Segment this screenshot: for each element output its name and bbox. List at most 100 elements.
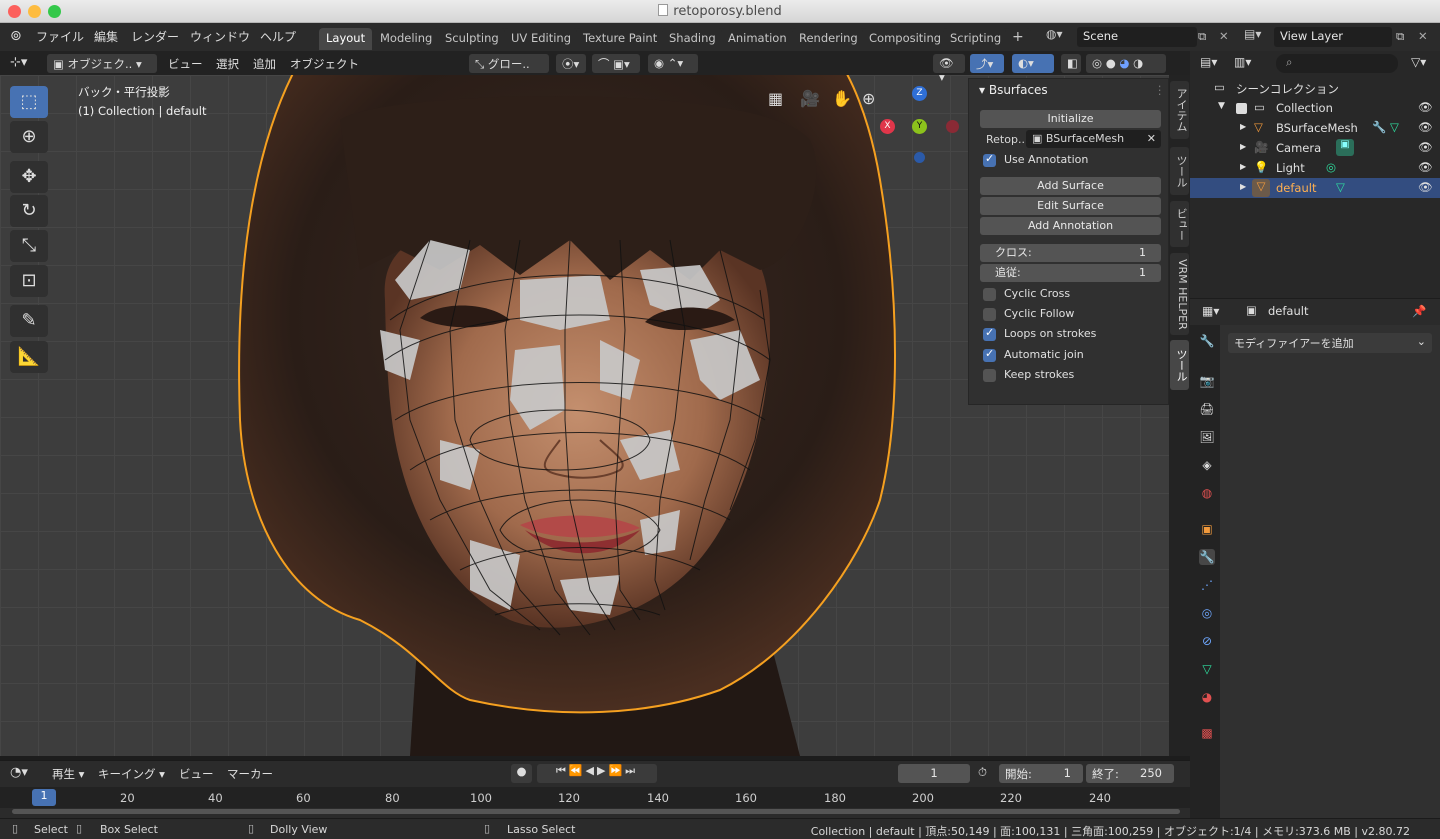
menu-view[interactable]: ビュー [168, 56, 203, 72]
eye-icon[interactable]: 👁 [1418, 160, 1433, 174]
constraints-icon[interactable]: ⊘ [1199, 633, 1215, 649]
gizmo-neg-x[interactable] [946, 120, 959, 133]
scene-props-icon[interactable]: ◈ [1199, 457, 1215, 473]
new-scene-icon[interactable]: ⧉ [1198, 29, 1206, 44]
orientation-dropdown[interactable]: ⤡ グロー.. [469, 54, 549, 73]
render-icon[interactable]: 📷 [1199, 373, 1215, 389]
mesh-data-icon[interactable]: ▽ [1336, 180, 1345, 194]
delete-view-layer-icon[interactable]: ✕ [1418, 29, 1428, 43]
playback-controls[interactable]: ⏮⏪◀▶⏩⏭ [537, 764, 657, 783]
editor-type-icon[interactable]: ⊹▾ [10, 55, 27, 70]
tab-sculpting[interactable]: Sculpting [438, 28, 506, 50]
eye-icon[interactable]: 👁 [1418, 180, 1433, 194]
gizmo-y-axis[interactable]: Y [912, 119, 927, 134]
properties-editor-icon[interactable]: ▦▾ [1202, 304, 1219, 318]
tab-shading[interactable]: Shading [662, 28, 723, 50]
annotate-tool[interactable]: ✎ [10, 305, 48, 337]
outliner-item[interactable]: ▶ ▽ default ▽ 👁 [1190, 178, 1440, 198]
current-frame-field[interactable]: 1 [898, 764, 970, 783]
end-frame-field[interactable]: 終了: 250 [1086, 764, 1174, 783]
particles-icon[interactable]: ⋰ [1199, 577, 1215, 593]
add-workspace-button[interactable]: + [1005, 28, 1031, 50]
tab-vrm-helper[interactable]: VRM HELPER [1170, 253, 1189, 335]
expand-arrow-icon[interactable]: ▶ [1240, 122, 1246, 131]
menu-keying[interactable]: キーイング ▾ [98, 766, 165, 782]
eye-icon[interactable]: 👁 [1418, 140, 1433, 154]
outliner-search-input[interactable]: ⌕ [1276, 54, 1398, 73]
tab-compositing[interactable]: Compositing [862, 28, 949, 50]
expand-arrow-icon[interactable]: ▶ [1240, 142, 1246, 151]
light-data-icon[interactable]: ◎ [1326, 160, 1336, 174]
keep-strokes-checkbox[interactable] [983, 369, 996, 382]
tab-scripting[interactable]: Scripting [943, 28, 1009, 50]
menu-window[interactable]: ウィンドウ [190, 28, 250, 45]
gizmo-x-axis[interactable]: X [880, 119, 895, 134]
tab-uv-editing[interactable]: UV Editing [504, 28, 578, 50]
proportional-edit-icon[interactable]: ◉ ⌃▾ [648, 54, 698, 73]
add-surface-button[interactable]: Add Surface [980, 177, 1161, 195]
display-mode-icon[interactable]: ▥▾ [1234, 55, 1251, 69]
mesh-data-props-icon[interactable]: ▽ [1199, 661, 1215, 677]
filter-icon[interactable]: ▽▾ [1411, 55, 1426, 69]
use-annotation-checkbox[interactable] [983, 152, 996, 167]
modifier-tab-icon[interactable]: 🔧 [1199, 549, 1215, 565]
texture-icon[interactable]: ▩ [1199, 725, 1215, 741]
tab-layout[interactable]: Layout [319, 28, 373, 50]
transform-tool[interactable]: ⊡ [10, 265, 48, 297]
menu-help[interactable]: ヘルプ [260, 28, 296, 45]
grid-view-icon[interactable]: ▦ [768, 89, 783, 108]
new-view-layer-icon[interactable]: ⧉ [1396, 29, 1404, 44]
clear-field-icon[interactable]: ✕ [1147, 132, 1156, 145]
snap-icon[interactable]: ⌒ ▣▾ [592, 54, 640, 73]
record-icon[interactable]: ● [511, 764, 532, 783]
tab-bsurfaces-tool[interactable]: ツール [1170, 340, 1189, 390]
add-annotation-button[interactable]: Add Annotation [980, 217, 1161, 235]
timeline-scrollbar[interactable] [12, 809, 1180, 814]
scene-field[interactable]: Scene [1077, 27, 1197, 47]
select-box-tool[interactable]: ⬚ [10, 86, 48, 118]
add-modifier-dropdown[interactable]: モディファイアーを追加 ⌄ [1228, 333, 1432, 353]
tab-rendering[interactable]: Rendering [792, 28, 865, 50]
delete-scene-icon[interactable]: ✕ [1219, 29, 1229, 43]
start-frame-field[interactable]: 開始: 1 [999, 764, 1083, 783]
gizmo-z-axis[interactable]: Z [912, 86, 927, 101]
collection-checkbox[interactable] [1236, 103, 1247, 114]
shading-modes-icon[interactable]: ◎ ● ◕ ◑ [1086, 54, 1166, 73]
cursor-tool[interactable]: ⊕ [10, 121, 48, 153]
rotate-tool[interactable]: ↻ [10, 195, 48, 227]
overlay-toggle-icon[interactable]: ◐▾ [1012, 54, 1054, 73]
playhead[interactable]: 1 [32, 789, 56, 806]
tab-animation[interactable]: Animation [721, 28, 794, 50]
move-tool[interactable]: ✥ [10, 161, 48, 193]
pin-icon[interactable]: 📌 [1412, 304, 1426, 318]
outliner-collection[interactable]: ▼ ▭ Collection 👁 [1190, 98, 1440, 118]
world-icon[interactable]: ◍ [1199, 485, 1215, 501]
zoom-icon[interactable]: ⊕ [862, 89, 875, 108]
menu-render[interactable]: レンダー [131, 28, 179, 45]
view-layer-props-icon[interactable]: 🖼 [1199, 429, 1215, 445]
timeline-editor-icon[interactable]: ◔▾ [10, 765, 28, 780]
measure-tool[interactable]: 📐 [10, 341, 48, 373]
outliner-item[interactable]: ▶ 🎥 Camera ▣ 👁 [1190, 138, 1440, 158]
menu-add[interactable]: 追加 [253, 56, 276, 72]
xray-icon[interactable]: ◧ [1061, 54, 1081, 73]
eye-icon[interactable]: 👁 [1418, 120, 1433, 134]
pan-hand-icon[interactable]: ✋ [832, 89, 852, 108]
camera-data-icon[interactable]: ▣ [1336, 139, 1354, 156]
cyclic-follow-checkbox[interactable] [983, 308, 996, 321]
material-icon[interactable]: ◕ [1199, 689, 1215, 705]
expand-arrow-icon[interactable]: ▼ [1218, 101, 1225, 111]
outliner-scene-collection[interactable]: ▭ シーンコレクション [1190, 78, 1440, 98]
menu-marker[interactable]: マーカー [227, 766, 273, 782]
expand-arrow-icon[interactable]: ▶ [1240, 182, 1246, 191]
view-layer-icon[interactable]: ▤▾ [1244, 27, 1261, 41]
scale-tool[interactable]: ⤡ [10, 230, 48, 262]
expand-arrow-icon[interactable]: ▶ [1240, 162, 1246, 171]
blender-logo-icon[interactable]: ⊚ [10, 28, 22, 44]
tab-tool[interactable]: ツール [1170, 147, 1189, 195]
panel-header[interactable]: ▾ Bsurfaces [979, 83, 1048, 97]
mode-dropdown[interactable]: ▣ オブジェク.. ▾ [47, 54, 157, 73]
visibility-icon[interactable]: 👁▾ [933, 54, 965, 84]
scene-selector-icon[interactable]: ◍▾ [1046, 27, 1074, 47]
physics-icon[interactable]: ◎ [1199, 605, 1215, 621]
